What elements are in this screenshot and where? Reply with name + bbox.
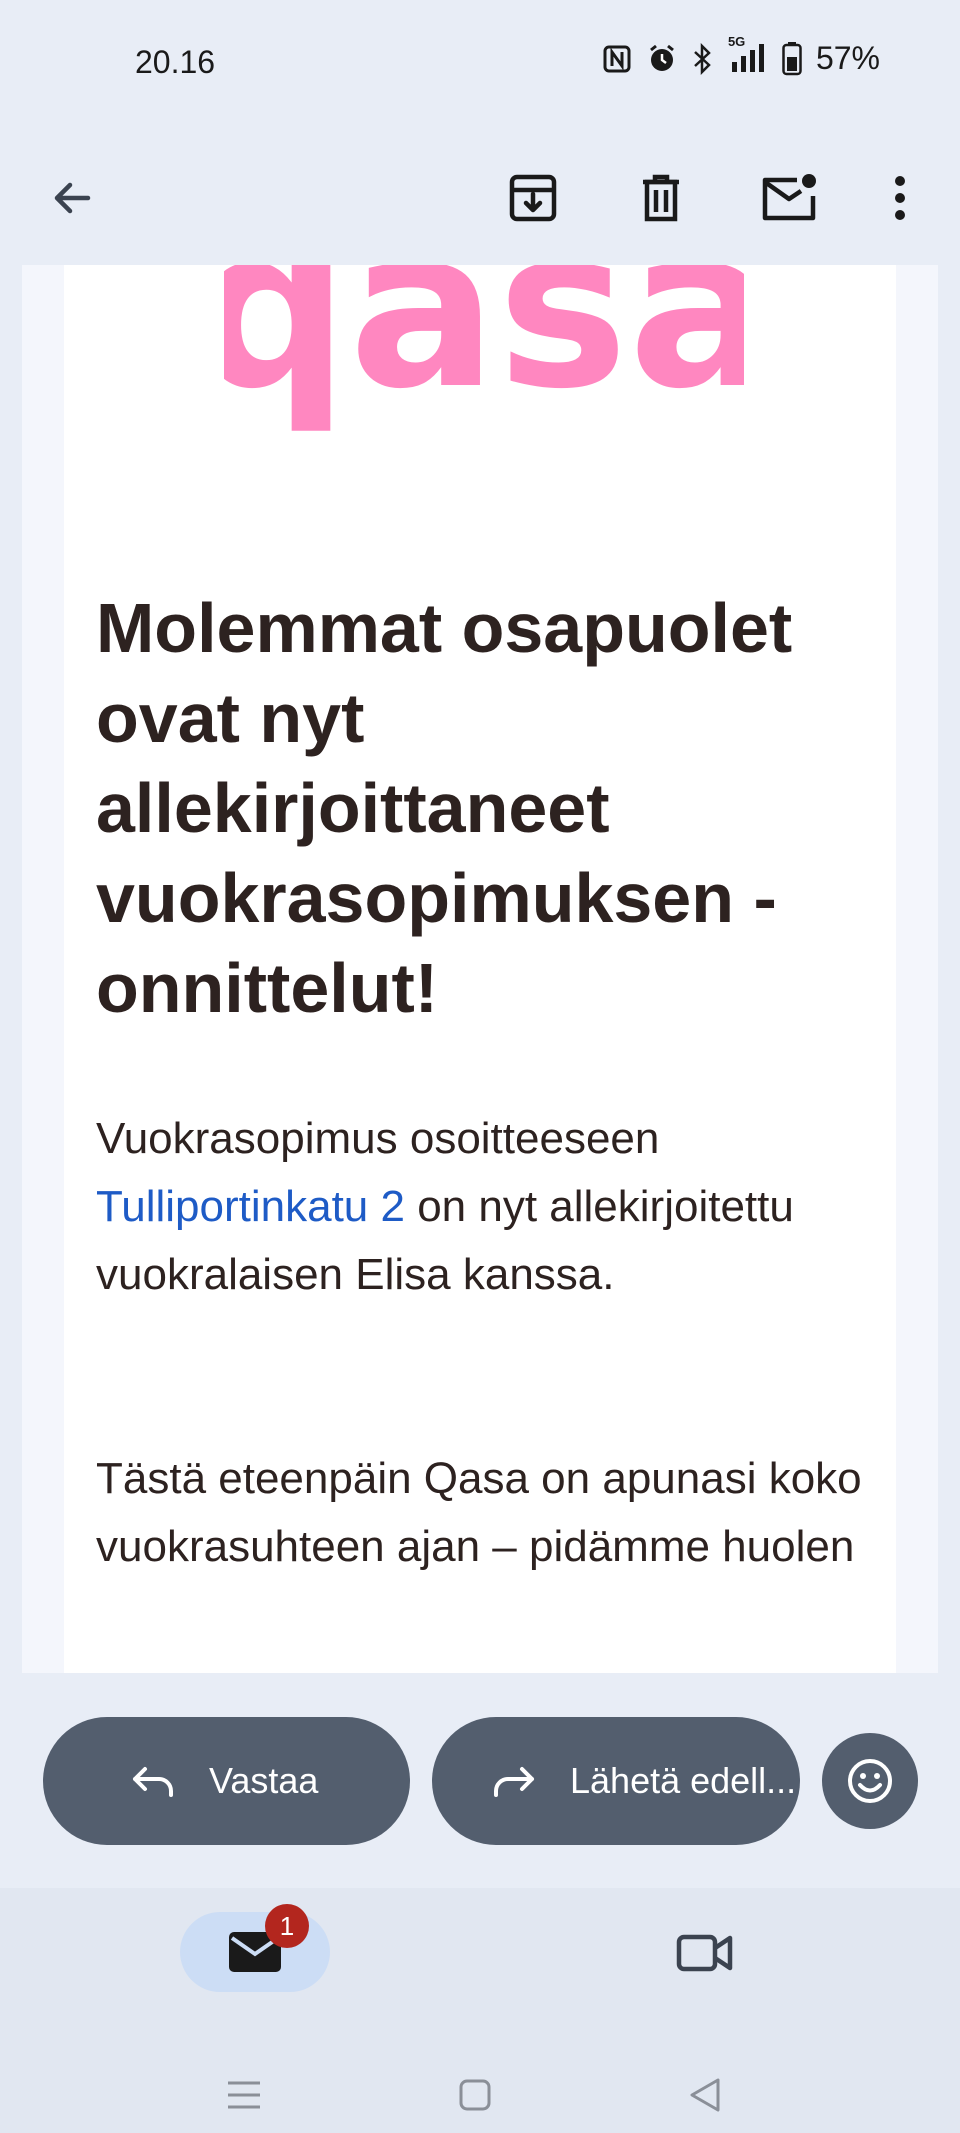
email-paragraph-2: Tästä eteenpäin Qasa on apunasi koko vuo… <box>96 1454 862 1571</box>
forward-icon <box>492 1763 536 1799</box>
trash-icon <box>643 174 679 222</box>
signal-icon: 5G <box>728 34 768 74</box>
mark-unread-icon <box>762 174 816 221</box>
reply-icon <box>131 1763 175 1799</box>
forward-button[interactable]: Lähetä edell... <box>432 1717 800 1845</box>
address-link[interactable]: Tulliportinkatu 2 <box>96 1182 405 1231</box>
back-arrow-icon <box>54 182 91 214</box>
recent-apps-button[interactable] <box>222 2070 266 2120</box>
paragraph-1-start: Vuokrasopimus osoitteeseen <box>96 1114 660 1163</box>
home-square-icon <box>459 2079 491 2111</box>
status-bar: 20.16 5G 57% <box>0 0 960 130</box>
archive-button[interactable] <box>483 148 583 248</box>
status-time: 20.16 <box>135 44 216 80</box>
email-content-frame[interactable]: qasa Molemmat osapuolet ovat nyt allekir… <box>22 265 938 1673</box>
qasa-logo: qasa <box>191 265 776 445</box>
email-headline: Molemmat osapuolet ovat nyt allekirjoitt… <box>96 589 793 1027</box>
emoji-icon <box>848 1759 892 1803</box>
unread-badge: 1 <box>265 1904 309 1948</box>
status-icons: 5G 57% <box>602 34 880 77</box>
network-type: 5G <box>727 33 746 49</box>
more-options-button[interactable] <box>850 148 950 248</box>
back-triangle-icon <box>690 2078 720 2112</box>
archive-icon <box>509 174 557 222</box>
battery-percent: 57% <box>815 40 880 76</box>
system-back-button[interactable] <box>685 2070 725 2120</box>
nav-meet-tab[interactable] <box>670 1918 740 1988</box>
bottom-navigation: 1 <box>0 1888 960 2133</box>
forward-label: Lähetä edell... <box>570 1760 797 1801</box>
home-button[interactable] <box>455 2070 495 2120</box>
video-camera-icon <box>676 1934 733 1972</box>
email-body: qasa Molemmat osapuolet ovat nyt allekir… <box>64 265 896 1673</box>
reply-actions: Vastaa Lähetä edell... <box>0 1673 960 1888</box>
nfc-icon <box>602 44 632 74</box>
email-toolbar <box>0 130 960 265</box>
bluetooth-icon <box>692 42 714 75</box>
mark-unread-button[interactable] <box>739 148 839 248</box>
back-button[interactable] <box>22 148 122 248</box>
emoji-reaction-button[interactable] <box>822 1733 918 1829</box>
delete-button[interactable] <box>611 148 711 248</box>
battery-icon <box>782 41 802 76</box>
more-vertical-icon <box>895 176 905 220</box>
reply-label: Vastaa <box>209 1760 319 1801</box>
reply-button[interactable]: Vastaa <box>43 1717 410 1845</box>
email-paragraph-1: Vuokrasopimus osoitteeseen Tulliportinka… <box>96 1105 886 1309</box>
logo-text: qasa <box>224 265 744 437</box>
alarm-icon <box>646 43 678 75</box>
menu-lines-icon <box>228 2081 260 2109</box>
